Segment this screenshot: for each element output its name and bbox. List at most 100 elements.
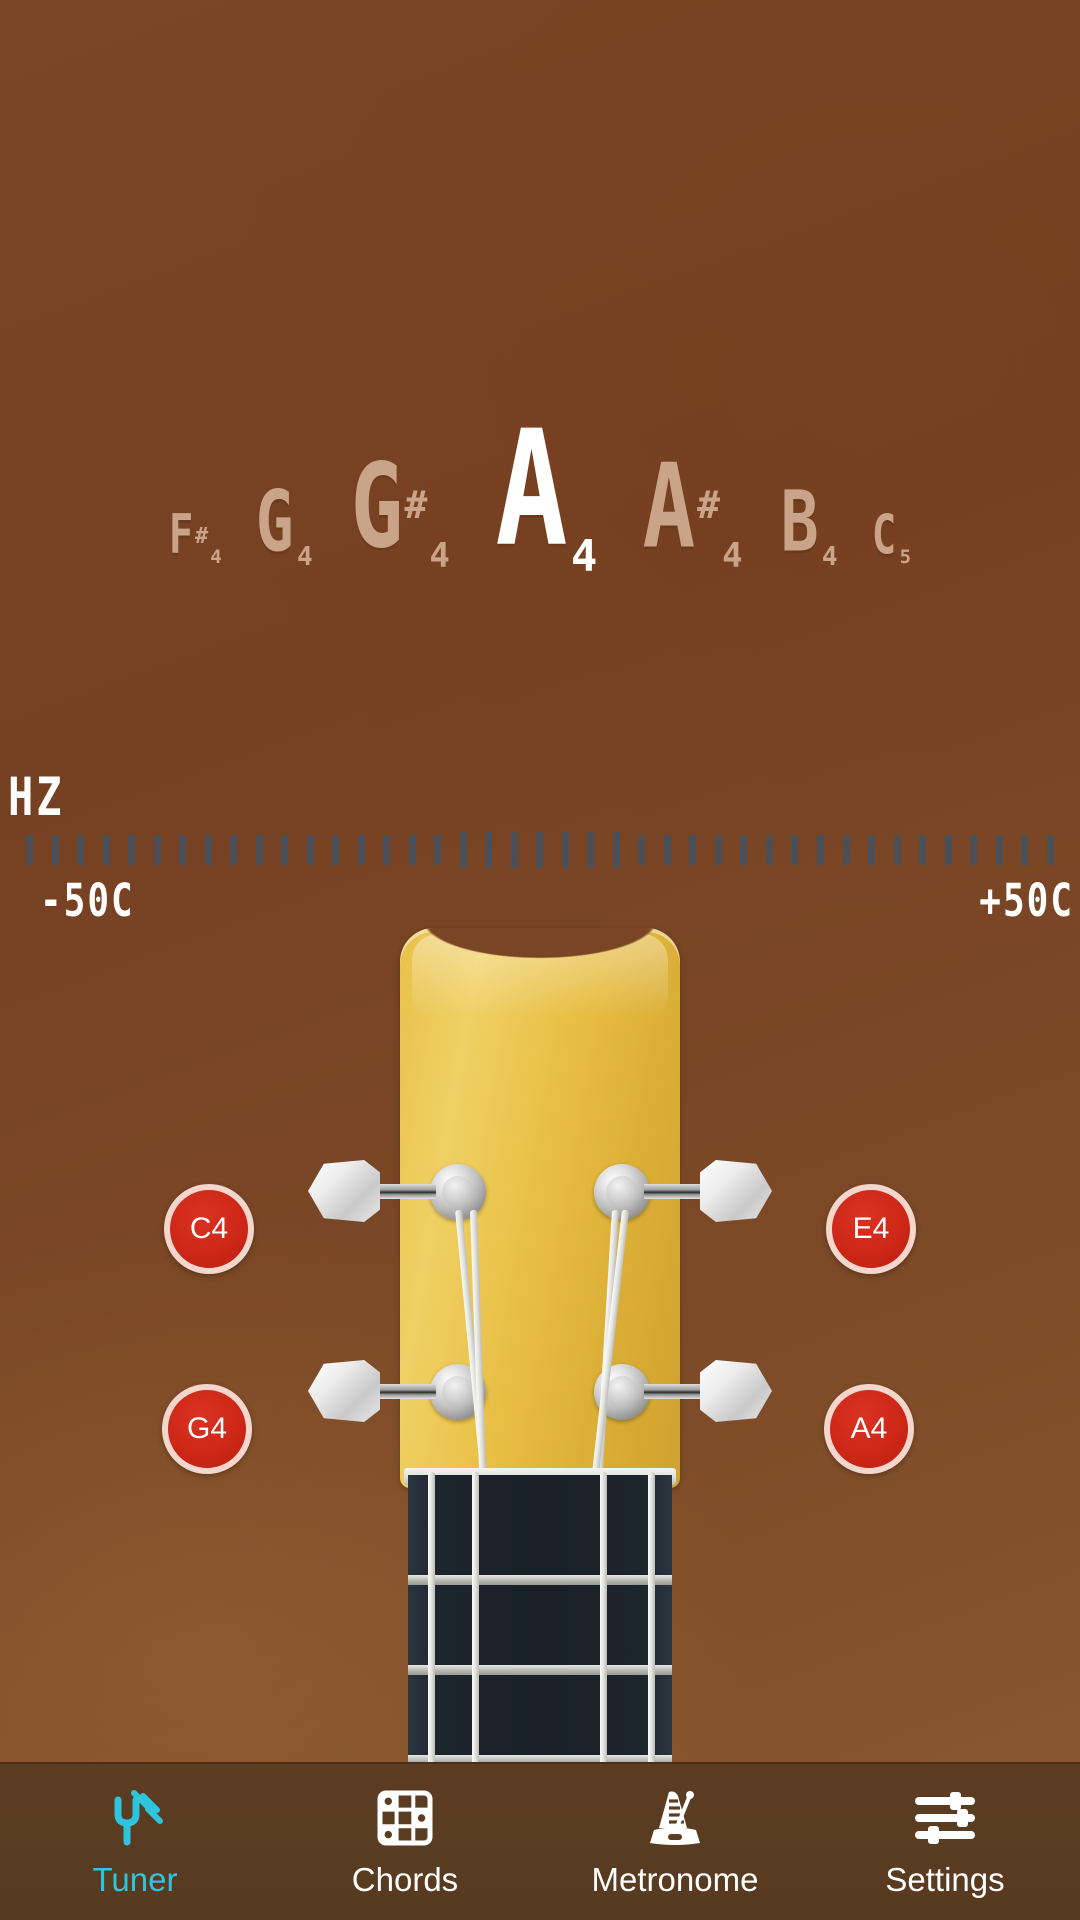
note-octave: 4 bbox=[210, 546, 222, 568]
peg-knob-e4[interactable] bbox=[700, 1160, 772, 1222]
sliders-icon bbox=[914, 1785, 976, 1851]
note-letter: F bbox=[168, 504, 196, 567]
note-C5[interactable]: C5 bbox=[871, 509, 911, 568]
fret-1 bbox=[408, 1575, 672, 1585]
note-strip: F #4 G 4 G #4 A 4 A #4 B 4 C 5 bbox=[0, 400, 1080, 582]
note-octave: 4 bbox=[297, 542, 313, 572]
meter-tick bbox=[944, 835, 952, 865]
note-letter: C bbox=[871, 504, 898, 567]
meter-tick bbox=[102, 835, 110, 865]
meter-tick bbox=[995, 835, 1003, 865]
note-octave: 4 bbox=[722, 536, 743, 576]
nav-label-tuner: Tuner bbox=[92, 1861, 178, 1898]
meter-tick bbox=[612, 832, 620, 868]
peg-shaft-g4 bbox=[372, 1384, 436, 1399]
meter-tick bbox=[510, 832, 518, 868]
meter-tick bbox=[970, 835, 978, 865]
meter-tick bbox=[357, 835, 365, 865]
note-letter: A bbox=[495, 395, 570, 582]
note-octave: 4 bbox=[570, 531, 598, 582]
meter-tick bbox=[128, 835, 136, 865]
meter-tick bbox=[561, 832, 569, 868]
meter-tick bbox=[459, 832, 467, 868]
note-letter: G bbox=[255, 472, 296, 572]
hz-label: HZ bbox=[8, 766, 65, 828]
string-button-g4[interactable]: G4 bbox=[162, 1384, 252, 1474]
note-G4[interactable]: G4 bbox=[255, 480, 312, 572]
nav-label-metronome: Metronome bbox=[591, 1861, 759, 1898]
note-letter: G bbox=[350, 439, 406, 575]
meter-tick bbox=[204, 835, 212, 865]
note-Asharp4[interactable]: A #4 bbox=[643, 448, 743, 576]
fretboard bbox=[408, 1475, 672, 1765]
bottom-navigation: Tuner Chords Metronome Settings bbox=[0, 1762, 1080, 1920]
meter-tick bbox=[51, 835, 59, 865]
nav-label-settings: Settings bbox=[885, 1861, 1005, 1898]
peg-knob-c4[interactable] bbox=[308, 1160, 380, 1222]
note-B4[interactable]: B4 bbox=[780, 480, 837, 572]
sharp-icon: # bbox=[404, 482, 428, 527]
fret-2 bbox=[408, 1665, 672, 1675]
meter-tick bbox=[893, 835, 901, 865]
meter-tick bbox=[1046, 835, 1054, 865]
meter-tick bbox=[536, 832, 544, 868]
string-button-a4-label: A4 bbox=[850, 1412, 888, 1445]
peg-shaft-e4 bbox=[644, 1184, 708, 1199]
meter-tick bbox=[434, 835, 442, 865]
note-Fsharp4[interactable]: F #4 bbox=[169, 509, 222, 568]
string-button-c4[interactable]: C4 bbox=[164, 1184, 254, 1274]
meter-tick bbox=[816, 835, 824, 865]
fb-string-1 bbox=[428, 1472, 435, 1766]
tuning-fork-icon bbox=[104, 1785, 166, 1851]
nav-item-settings[interactable]: Settings bbox=[810, 1764, 1080, 1920]
nav-item-chords[interactable]: Chords bbox=[270, 1764, 540, 1920]
string-button-c4-label: C4 bbox=[189, 1212, 229, 1245]
meter-tick bbox=[1021, 835, 1029, 865]
metronome-icon bbox=[644, 1785, 706, 1851]
note-A4[interactable]: A4 bbox=[495, 408, 597, 582]
meter-tick bbox=[383, 835, 391, 865]
meter-tick bbox=[689, 835, 697, 865]
meter-tick bbox=[765, 835, 773, 865]
cents-meter[interactable] bbox=[0, 832, 1080, 868]
meter-tick bbox=[919, 835, 927, 865]
peg-shaft-c4 bbox=[372, 1184, 436, 1199]
peg-knob-a4[interactable] bbox=[700, 1360, 772, 1422]
ukulele-headstock-graphic: C4 E4 G4 A4 bbox=[0, 920, 1080, 1766]
meter-tick bbox=[714, 835, 722, 865]
string-button-a4[interactable]: A4 bbox=[824, 1384, 914, 1474]
meter-tick bbox=[408, 835, 416, 865]
meter-tick bbox=[740, 835, 748, 865]
meter-tick bbox=[281, 835, 289, 865]
meter-tick bbox=[255, 835, 263, 865]
meter-tick bbox=[485, 832, 493, 868]
note-octave: 4 bbox=[821, 542, 838, 572]
peg-shaft-a4 bbox=[644, 1384, 708, 1399]
note-octave: 5 bbox=[899, 546, 912, 568]
meter-tick bbox=[306, 835, 314, 865]
meter-tick bbox=[332, 835, 340, 865]
string-button-e4[interactable]: E4 bbox=[826, 1184, 916, 1274]
meter-tick bbox=[791, 835, 799, 865]
meter-tick bbox=[230, 835, 238, 865]
meter-tick bbox=[663, 835, 671, 865]
note-letter: B bbox=[780, 472, 821, 572]
meter-tick bbox=[638, 835, 646, 865]
nav-item-tuner[interactable]: Tuner bbox=[0, 1764, 270, 1920]
fb-string-2 bbox=[472, 1472, 479, 1766]
meter-tick bbox=[77, 835, 85, 865]
peg-knob-g4[interactable] bbox=[308, 1360, 380, 1422]
nav-item-metronome[interactable]: Metronome bbox=[540, 1764, 810, 1920]
string-button-g4-label: G4 bbox=[186, 1412, 228, 1445]
meter-tick bbox=[842, 835, 850, 865]
meter-tick bbox=[26, 835, 33, 865]
meter-tick bbox=[868, 835, 876, 865]
tuner-screen: F #4 G 4 G #4 A 4 A #4 B 4 C 5 HZ -50C +50C bbox=[0, 0, 1080, 1920]
nav-label-chords: Chords bbox=[351, 1861, 459, 1898]
meter-tick bbox=[587, 832, 595, 868]
note-Gsharp4[interactable]: G #4 bbox=[350, 448, 450, 576]
sharp-icon: # bbox=[697, 482, 721, 527]
string-button-e4-label: E4 bbox=[852, 1212, 890, 1245]
sharp-icon: # bbox=[195, 524, 209, 549]
meter-tick bbox=[153, 835, 161, 865]
